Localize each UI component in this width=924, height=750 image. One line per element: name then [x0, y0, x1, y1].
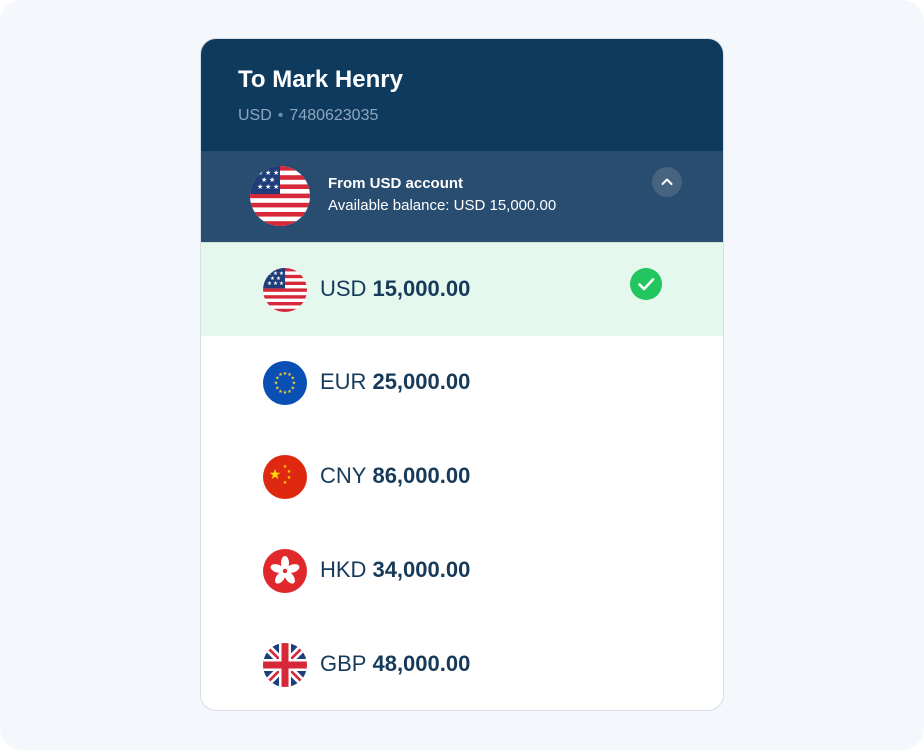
currency-code: EUR: [320, 369, 367, 394]
svg-text:★: ★: [283, 480, 288, 486]
account-amount: 15,000.00: [372, 276, 471, 301]
cn-flag-icon: ★ ★ ★ ★ ★: [263, 455, 307, 499]
page-background: To Mark Henry USD • 7480623035 ★ ★ ★ ★ ★…: [0, 0, 924, 750]
account-list: ★ ★ ★ ★ ★ ★ ★ ★ USD 15,000.00 ★ ★ ★ ★ ★ …: [201, 242, 723, 710]
account-label: GBP 48,000.00: [320, 651, 470, 677]
recipient-account-number: 7480623035: [289, 107, 379, 124]
account-label: USD 15,000.00: [320, 276, 470, 302]
svg-text:★: ★: [273, 281, 278, 287]
us-flag-icon: ★ ★ ★ ★ ★ ★ ★ ★: [263, 268, 307, 312]
account-amount: 25,000.00: [372, 369, 471, 394]
recipient-name: To Mark Henry: [238, 66, 403, 93]
eu-flag-icon: ★ ★ ★ ★ ★ ★ ★ ★ ★ ★ ★ ★: [263, 361, 307, 405]
account-label: EUR 25,000.00: [320, 369, 470, 395]
available-balance: Available balance: USD 15,000.00: [328, 197, 557, 214]
svg-text:★: ★: [267, 281, 272, 287]
recipient-currency: USD: [238, 107, 272, 124]
currency-code: HKD: [320, 557, 367, 582]
account-amount: 86,000.00: [372, 463, 471, 488]
svg-text:★: ★: [287, 475, 292, 481]
us-flag-icon: ★ ★ ★ ★ ★ ★ ★ ★: [250, 166, 310, 226]
hk-flag-icon: [263, 549, 307, 593]
svg-text:★: ★: [279, 281, 284, 287]
svg-text:★: ★: [269, 467, 282, 483]
svg-text:★: ★: [283, 390, 288, 396]
check-circle-icon: [630, 268, 662, 300]
collapse-button[interactable]: [652, 167, 682, 197]
account-row-hkd[interactable]: HKD 34,000.00: [201, 524, 723, 618]
svg-text:★: ★: [287, 389, 292, 395]
from-account-title: From USD account: [328, 175, 464, 192]
account-label: HKD 34,000.00: [320, 557, 470, 583]
currency-code: GBP: [320, 651, 367, 676]
svg-text:★: ★: [278, 372, 283, 378]
account-label: CNY 86,000.00: [320, 463, 470, 489]
account-row-eur[interactable]: ★ ★ ★ ★ ★ ★ ★ ★ ★ ★ ★ ★ EUR 25,000.00: [201, 336, 723, 430]
account-amount: 34,000.00: [372, 557, 471, 582]
account-row-usd[interactable]: ★ ★ ★ ★ ★ ★ ★ ★ USD 15,000.00: [201, 242, 723, 336]
currency-code: CNY: [320, 463, 367, 488]
currency-code: USD: [320, 276, 367, 301]
svg-text:★: ★: [257, 183, 263, 191]
separator-dot: •: [277, 107, 284, 124]
from-account-panel[interactable]: ★ ★ ★ ★ ★ ★ ★ ★ From USD account Available ba…: [201, 151, 723, 242]
chevron-up-icon: [661, 178, 673, 185]
gb-flag-icon: [263, 643, 307, 687]
account-selector-card: To Mark Henry USD • 7480623035 ★ ★ ★ ★ ★…: [200, 38, 724, 711]
svg-text:★: ★: [273, 183, 279, 191]
recipient-header: To Mark Henry USD • 7480623035: [201, 39, 723, 151]
account-row-cny[interactable]: ★ ★ ★ ★ ★ CNY 86,000.00: [201, 430, 723, 524]
svg-text:★: ★: [265, 183, 271, 191]
account-amount: 48,000.00: [372, 651, 471, 676]
recipient-details: USD • 7480623035: [238, 107, 378, 125]
account-row-gbp[interactable]: GBP 48,000.00: [201, 618, 723, 710]
